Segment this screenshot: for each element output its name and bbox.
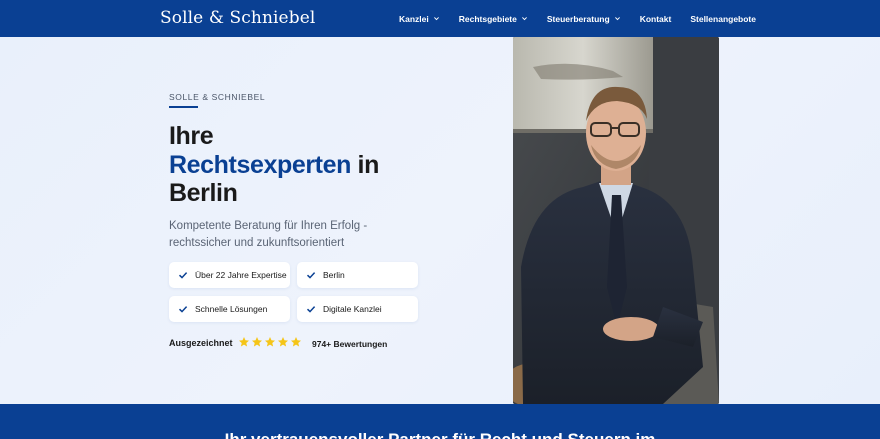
feature-card: Schnelle Lösungen xyxy=(169,296,290,322)
star-icon xyxy=(278,337,288,347)
reviews-count[interactable]: 974+ Bewertungen xyxy=(312,339,387,349)
headline-line-2: Rechtsexperten in xyxy=(169,151,379,180)
hero-eyebrow: SOLLE & SCHNIEBEL xyxy=(169,92,266,102)
hero-subtitle: Kompetente Beratung für Ihren Erfolg - r… xyxy=(169,220,368,249)
star-icon xyxy=(239,337,249,347)
nav-item-kontakt[interactable]: Kontakt xyxy=(640,14,672,24)
nav-item-label: Steuerberatung xyxy=(546,13,610,24)
hero-headline: Ihre Rechtsexperten in Berlin xyxy=(169,122,379,208)
headline-line-1: Ihre xyxy=(169,122,214,150)
headline-rest: in xyxy=(350,150,380,179)
nav-item-steuerberatung[interactable]: Steuerberatung xyxy=(547,14,621,24)
headline-accent: Rechtsexperten xyxy=(169,150,351,179)
nav-item-stellenangebote[interactable]: Stellenangebote xyxy=(690,14,756,24)
check-icon xyxy=(306,306,316,313)
star-icon xyxy=(291,337,301,347)
nav-item-kanzlei[interactable]: Kanzlei xyxy=(399,14,440,24)
check-icon xyxy=(178,306,188,313)
nav-item-label: Rechtsgebiete xyxy=(458,13,517,24)
feature-card: Berlin xyxy=(297,262,418,288)
feature-card: Über 22 Jahre Expertise xyxy=(169,262,290,288)
rating-stars xyxy=(238,336,302,348)
star-icon xyxy=(252,337,262,347)
nav-item-rechtsgebiete[interactable]: Rechtsgebiete xyxy=(459,14,528,24)
portrait-illustration xyxy=(513,37,719,404)
nav-item-label: Kanzlei xyxy=(399,13,429,24)
rating-label: Ausgezeichnet xyxy=(169,338,233,348)
nav-item-label: Stellenangebote xyxy=(690,13,756,24)
nav-links: Kanzlei Rechtsgebiete Steuerberatung Kon… xyxy=(399,0,756,37)
check-icon xyxy=(178,272,188,279)
feature-card: Digitale Kanzlei xyxy=(297,296,418,322)
band-title: Ihr vertrauensvoller Partner für Recht u… xyxy=(0,430,880,439)
top-navigation: Solle & Schniebel Kanzlei Rechtsgebiete … xyxy=(0,0,880,37)
star-icon xyxy=(265,337,275,347)
hero-section xyxy=(0,37,880,404)
nav-item-label: Kontakt xyxy=(639,13,672,24)
portrait-photo xyxy=(513,37,719,404)
feature-label: Digitale Kanzlei xyxy=(323,304,382,314)
intro-band: Ihr vertrauensvoller Partner für Recht u… xyxy=(0,404,880,439)
feature-label: Über 22 Jahre Expertise xyxy=(195,270,287,280)
chevron-down-icon xyxy=(614,17,620,21)
brand-logo[interactable]: Solle & Schniebel xyxy=(160,8,315,28)
feature-label: Schnelle Lösungen xyxy=(195,304,268,314)
headline-line-3: Berlin xyxy=(169,179,238,207)
chevron-down-icon xyxy=(433,17,439,21)
check-icon xyxy=(306,272,316,279)
feature-label: Berlin xyxy=(323,270,345,280)
eyebrow-divider xyxy=(169,106,198,108)
chevron-down-icon xyxy=(521,17,527,21)
